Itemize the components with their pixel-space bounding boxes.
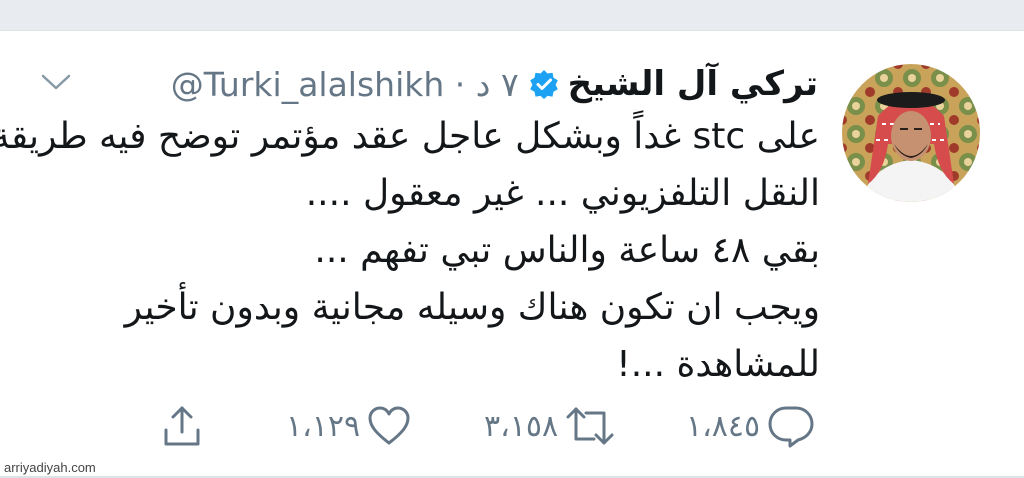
display-name[interactable]: تركي آل الشيخ — [568, 64, 818, 104]
watermark: arriyadiyah.com — [4, 460, 96, 475]
tweet-line: للمشاهدة ...! — [616, 344, 820, 385]
share-icon — [164, 406, 200, 446]
heart-icon — [368, 406, 410, 445]
like-count: ١،١٢٩ — [286, 408, 361, 444]
tweet-line: بقي ٤٨ ساعة والناس تبي تفهم ... — [314, 230, 820, 271]
tweet-line: النقل التلفزيوني ... غير معقول .... — [305, 173, 820, 214]
tweet-header: تركي آل الشيخ @Turki_alalshikh · ٧ د — [171, 62, 818, 106]
tweet-text: على stc غداً وبشكل عاجل عقد مؤتمر توضح ف… — [0, 108, 820, 393]
verified-badge-icon — [529, 69, 559, 99]
tweet-line: على stc غداً وبشكل عاجل عقد مؤتمر توضح ف… — [0, 116, 820, 157]
tweet-line: ويجب ان تكون هناك وسيله مجانية وبدون تأخ… — [124, 287, 820, 328]
retweet-count: ٣،١٥٨ — [484, 408, 559, 444]
retweet-icon — [566, 407, 614, 445]
reply-button[interactable]: ١،٨٤٥ — [686, 398, 816, 454]
share-button[interactable] — [158, 398, 206, 454]
reply-icon — [768, 406, 814, 448]
reply-count: ١،٨٤٥ — [686, 408, 761, 444]
like-button[interactable]: ١،١٢٩ — [286, 398, 412, 454]
avatar[interactable] — [842, 64, 980, 202]
chevron-down-icon[interactable] — [40, 72, 72, 92]
retweet-button[interactable]: ٣،١٥٨ — [484, 398, 616, 454]
action-bar: ١،١٢٩ ٣،١٥٨ ١،٨٤٥ — [0, 398, 1024, 454]
top-bar — [0, 0, 1024, 31]
handle-and-time[interactable]: @Turki_alalshikh · ٧ د — [171, 65, 519, 104]
